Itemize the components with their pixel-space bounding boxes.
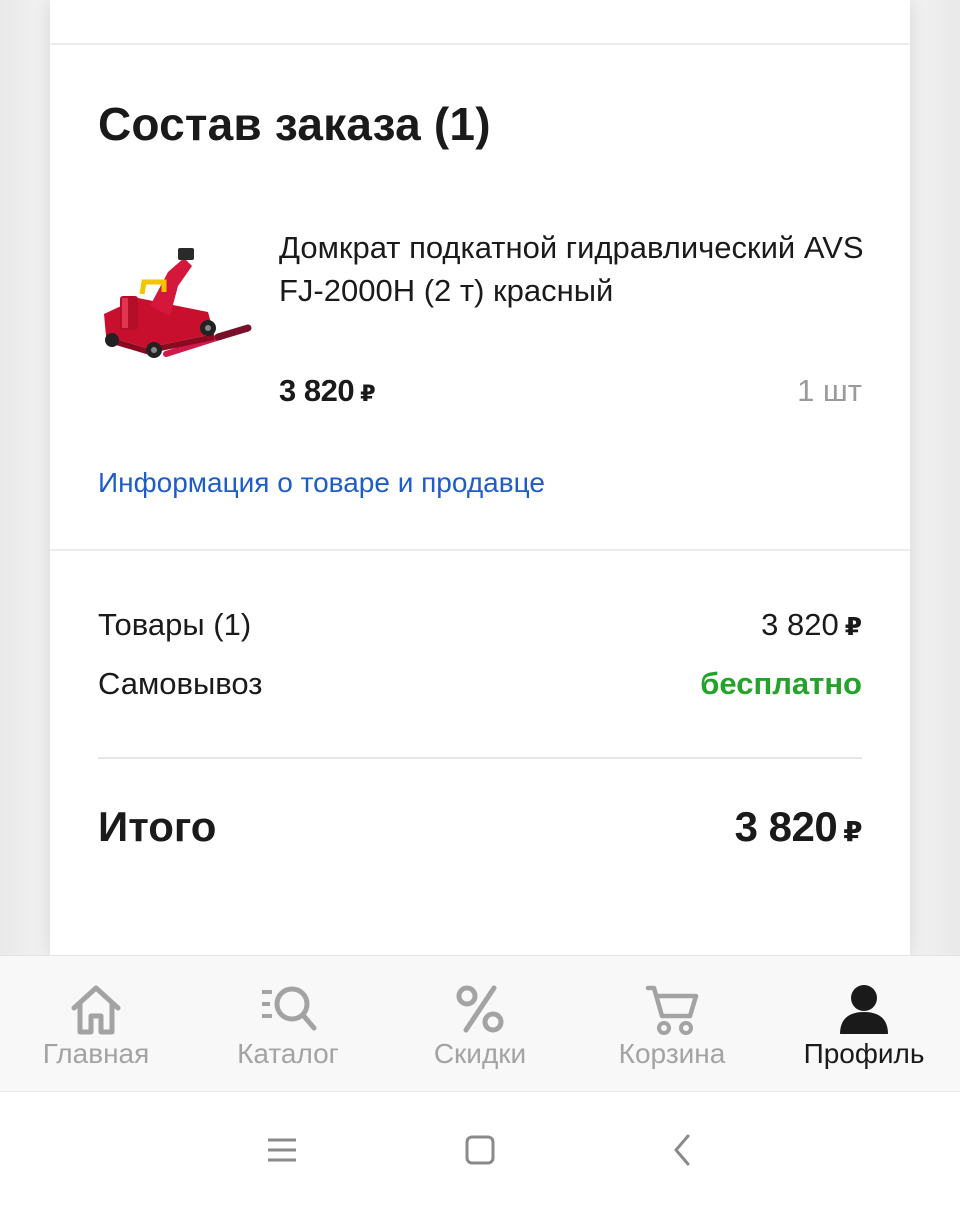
menu-icon[interactable] [252, 1120, 312, 1180]
back-icon[interactable] [652, 1120, 712, 1180]
currency-symbol: ₽ [844, 614, 862, 641]
catalog-search-icon [258, 982, 318, 1038]
order-card: Состав заказа (1) Домкрат подкатной гидр [50, 0, 910, 955]
tab-cart-label: Корзина [618, 1038, 726, 1069]
product-price: 3 820 ₽ [279, 371, 376, 414]
product-price-value: 3 820 [279, 373, 355, 408]
tab-profile[interactable]: Профиль [768, 956, 960, 1093]
total-value-amount: 3 820 [734, 803, 838, 850]
product-quantity: 1 шт [797, 373, 862, 408]
system-navigation-bar [0, 1092, 960, 1208]
percent-icon [450, 982, 510, 1038]
total-value: 3 820 ₽ [734, 800, 863, 859]
currency-symbol: ₽ [360, 381, 376, 406]
currency-symbol: ₽ [843, 816, 862, 847]
product-name[interactable]: Домкрат подкатной гидравлический AVS FJ-… [279, 226, 879, 312]
pickup-value: бесплатно [700, 666, 862, 701]
divider [50, 43, 910, 45]
product-seller-info-link[interactable]: Информация о товаре и продавце [98, 465, 545, 501]
cart-icon [642, 982, 702, 1038]
car-jack-image[interactable] [98, 236, 258, 366]
divider [50, 549, 910, 551]
total-label: Итого [98, 803, 217, 850]
tab-discounts-label: Скидки [433, 1038, 527, 1069]
tab-home-label: Главная [42, 1038, 150, 1069]
divider [98, 757, 862, 759]
home-icon [66, 982, 126, 1038]
goods-value-amount: 3 820 [761, 607, 839, 642]
goods-value: 3 820 ₽ [761, 605, 862, 648]
profile-icon [834, 982, 894, 1038]
tab-home[interactable]: Главная [0, 956, 192, 1093]
tab-catalog[interactable]: Каталог [192, 956, 384, 1093]
tab-cart[interactable]: Корзина [576, 956, 768, 1093]
order-composition-title: Состав заказа (1) [98, 98, 491, 150]
tab-discounts[interactable]: Скидки [384, 956, 576, 1093]
tab-catalog-label: Каталог [237, 1038, 339, 1069]
goods-label: Товары (1) [98, 607, 252, 642]
pickup-label: Самовывоз [98, 666, 263, 701]
tab-profile-label: Профиль [803, 1038, 925, 1069]
bottom-tab-bar: Главная Каталог Скидки Корзина Профиль [0, 955, 960, 1092]
home-square-icon[interactable] [450, 1120, 510, 1180]
